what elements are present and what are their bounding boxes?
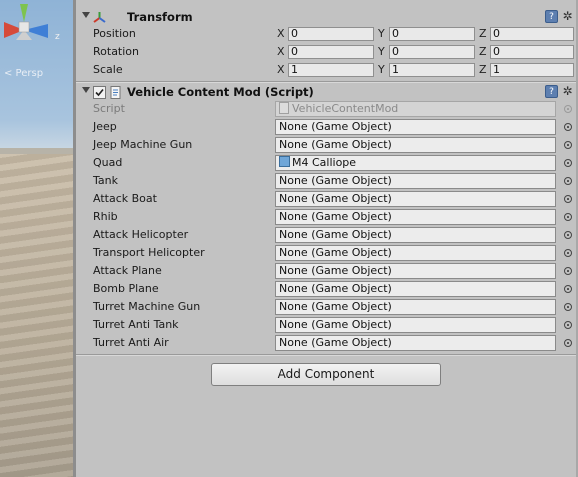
- quad-label: Quad: [93, 156, 123, 169]
- y-axis-label[interactable]: Y: [378, 45, 385, 58]
- attack-boat-label: Attack Boat: [93, 192, 157, 205]
- script-file-icon: [110, 86, 121, 99]
- object-picker-icon[interactable]: [564, 123, 572, 131]
- object-picker-icon[interactable]: [564, 213, 572, 221]
- rotation-y-field[interactable]: 0: [389, 45, 475, 59]
- z-axis-label[interactable]: Z: [479, 45, 487, 58]
- object-picker-icon[interactable]: [564, 177, 572, 185]
- script-field: VehicleContentMod: [275, 101, 556, 117]
- transform-icon: [93, 12, 106, 23]
- object-picker-icon[interactable]: [564, 285, 572, 293]
- help-icon[interactable]: ?: [545, 10, 558, 23]
- gear-icon[interactable]: ✲: [561, 10, 574, 23]
- z-axis-label[interactable]: Z: [479, 27, 487, 40]
- bomb-plane-field[interactable]: None (Game Object): [275, 281, 556, 297]
- x-axis-label[interactable]: X: [277, 63, 285, 76]
- script-field-value: VehicleContentMod: [292, 102, 399, 115]
- tank-label: Tank: [93, 174, 118, 187]
- jeep-label: Jeep: [93, 120, 117, 133]
- y-axis-label[interactable]: Y: [378, 27, 385, 40]
- scene-horizon: [0, 148, 76, 154]
- turret-anti-air-label: Turret Anti Air: [93, 336, 169, 349]
- scale-y-field[interactable]: 1: [389, 63, 475, 77]
- position-y-field[interactable]: 0: [389, 27, 475, 41]
- script-icon: [279, 102, 289, 114]
- tank-field[interactable]: None (Game Object): [275, 173, 556, 189]
- jeep-machine-gun-label: Jeep Machine Gun: [93, 138, 193, 151]
- bomb-plane-label: Bomb Plane: [93, 282, 159, 295]
- checkbox-icon[interactable]: [93, 86, 106, 99]
- object-picker-icon: [564, 105, 572, 113]
- rhib-field[interactable]: None (Game Object): [275, 209, 556, 225]
- object-picker-icon[interactable]: [564, 303, 572, 311]
- attack-plane-field[interactable]: None (Game Object): [275, 263, 556, 279]
- gizmo-axis-label: z: [55, 32, 60, 42]
- object-picker-icon[interactable]: [564, 339, 572, 347]
- attack-helicopter-field[interactable]: None (Game Object): [275, 227, 556, 243]
- rotation-label: Rotation: [93, 45, 140, 58]
- attack-plane-label: Attack Plane: [93, 264, 162, 277]
- attack-helicopter-label: Attack Helicopter: [93, 228, 189, 241]
- help-icon[interactable]: ?: [545, 85, 558, 98]
- rotation-z-field[interactable]: 0: [490, 45, 574, 59]
- component-divider-highlight: [76, 355, 578, 356]
- x-axis-label[interactable]: X: [277, 45, 285, 58]
- position-label: Position: [93, 27, 136, 40]
- transport-helicopter-field[interactable]: None (Game Object): [275, 245, 556, 261]
- rhib-label: Rhib: [93, 210, 118, 223]
- object-picker-icon[interactable]: [564, 321, 572, 329]
- scale-x-field[interactable]: 1: [288, 63, 374, 77]
- turret-anti-air-field[interactable]: None (Game Object): [275, 335, 556, 351]
- vehicle-mod-title: Vehicle Content Mod (Script): [127, 85, 314, 99]
- perspective-label[interactable]: < Persp: [4, 68, 43, 79]
- turret-anti-tank-field[interactable]: None (Game Object): [275, 317, 556, 333]
- orientation-gizmo-icon[interactable]: z: [0, 0, 76, 60]
- add-component-button[interactable]: Add Component: [211, 363, 441, 386]
- scale-z-field[interactable]: 1: [490, 63, 574, 77]
- inspector-panel: Transform ? ✲ Position X 0 Y 0 Z 0 Rotat…: [76, 0, 578, 477]
- object-picker-icon[interactable]: [564, 195, 572, 203]
- object-picker-icon[interactable]: [564, 231, 572, 239]
- foldout-arrow-icon[interactable]: [82, 87, 90, 93]
- attack-boat-field[interactable]: None (Game Object): [275, 191, 556, 207]
- transform-title: Transform: [127, 10, 193, 24]
- z-axis-label[interactable]: Z: [479, 63, 487, 76]
- turret-machine-gun-field[interactable]: None (Game Object): [275, 299, 556, 315]
- foldout-arrow-icon[interactable]: [82, 12, 90, 18]
- transform-header[interactable]: Transform ? ✲: [76, 9, 578, 26]
- quad-field[interactable]: M4 Calliope: [275, 155, 556, 171]
- turret-anti-tank-label: Turret Anti Tank: [93, 318, 179, 331]
- position-z-field[interactable]: 0: [490, 27, 574, 41]
- vehicle-mod-header[interactable]: Vehicle Content Mod (Script) ? ✲: [76, 84, 578, 101]
- scene-ground: [0, 152, 76, 477]
- transport-helicopter-label: Transport Helicopter: [93, 246, 205, 259]
- position-x-field[interactable]: 0: [288, 27, 374, 41]
- quad-field-value: M4 Calliope: [292, 156, 357, 169]
- jeep-field[interactable]: None (Game Object): [275, 119, 556, 135]
- object-picker-icon[interactable]: [564, 267, 572, 275]
- script-label: Script: [93, 102, 125, 115]
- turret-machine-gun-label: Turret Machine Gun: [93, 300, 201, 313]
- scale-label: Scale: [93, 63, 123, 76]
- gear-icon[interactable]: ✲: [561, 85, 574, 98]
- component-divider-highlight: [76, 82, 578, 83]
- object-picker-icon[interactable]: [564, 141, 572, 149]
- jeep-machine-gun-field[interactable]: None (Game Object): [275, 137, 556, 153]
- game-object-cube-icon: [279, 156, 290, 167]
- object-picker-icon[interactable]: [564, 159, 572, 167]
- rotation-x-field[interactable]: 0: [288, 45, 374, 59]
- y-axis-label[interactable]: Y: [378, 63, 385, 76]
- object-picker-icon[interactable]: [564, 249, 572, 257]
- scene-view[interactable]: z < Persp: [0, 0, 76, 477]
- x-axis-label[interactable]: X: [277, 27, 285, 40]
